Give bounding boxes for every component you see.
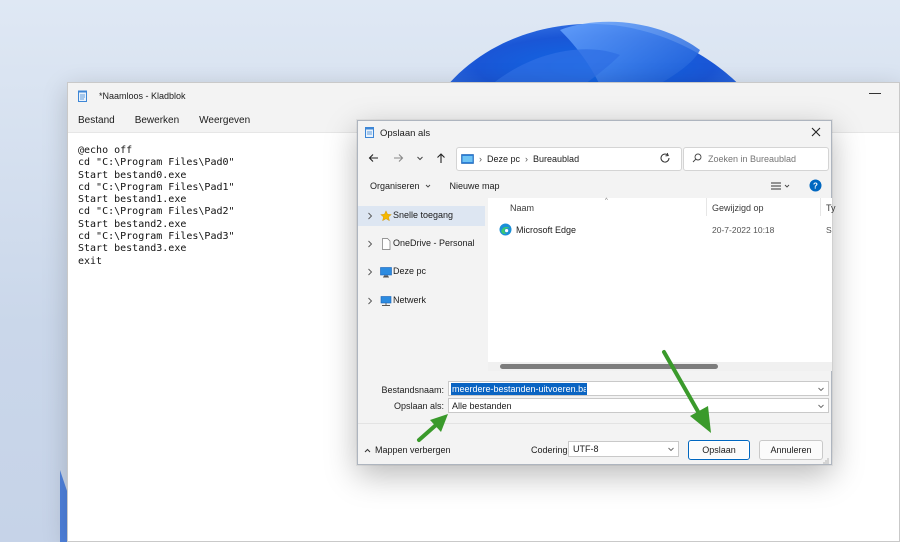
filename-input[interactable] [451,382,587,395]
sidebar-item-label: Netwerk [393,295,427,305]
file-list-header: ^ Naam Gewijzigd op Ty [488,198,836,216]
sidebar-item-onedrive[interactable]: OneDrive - Personal [358,234,485,254]
breadcrumb-separator-icon: › [525,154,529,164]
recent-locations-chevron-icon[interactable] [412,150,428,166]
network-icon [380,295,392,307]
file-name: Microsoft Edge [516,225,577,235]
breadcrumb-this-pc[interactable]: Deze pc [487,154,520,164]
column-header-modified[interactable]: Gewijzigd op [712,203,764,213]
resize-grip-icon[interactable] [821,456,829,464]
sidebar-item-label: Snelle toegang [393,210,454,220]
organize-button[interactable]: Organiseren [370,181,432,191]
hide-folders-button[interactable]: Mappen verbergen [363,445,451,455]
chevron-down-icon[interactable] [817,385,825,393]
view-options-icon[interactable] [769,179,793,193]
file-row[interactable]: Microsoft Edge 20-7-2022 10:18 S [488,218,832,240]
navigation-pane: Snelle toegang OneDrive - Personal Deze … [358,200,487,371]
notepad-small-icon [365,126,374,140]
expand-chevron-icon[interactable] [367,297,373,305]
chevron-down-icon[interactable] [667,445,675,453]
filename-field[interactable] [448,381,829,396]
save-type-select[interactable]: Alle bestanden [448,398,829,413]
notepad-titlebar: *Naamloos - Kladblok [68,83,899,109]
expand-chevron-icon[interactable] [367,212,373,220]
hide-folders-label: Mappen verbergen [375,445,451,455]
filename-label: Bestandsnaam: [381,385,444,395]
new-folder-button[interactable]: Nieuwe map [450,181,500,191]
menu-file[interactable]: Bestand [78,115,115,126]
menu-view[interactable]: Weergeven [199,115,250,126]
save-button[interactable]: Opslaan [688,440,750,460]
minimize-icon[interactable] [869,93,881,94]
column-header-type[interactable]: Ty [826,203,836,213]
search-box[interactable] [683,147,829,171]
breadcrumb-separator-icon: › [479,154,482,164]
save-type-value: Alle bestanden [452,400,512,411]
sidebar-item-label: OneDrive - Personal [393,238,475,248]
chevron-down-icon [425,184,430,188]
help-icon[interactable]: ? [809,179,822,192]
notepad-title: *Naamloos - Kladblok [99,91,186,101]
sidebar-item-network[interactable]: Netwerk [358,291,485,311]
search-icon [692,153,702,165]
file-type: S [826,225,832,235]
save-type-label: Opslaan als: [393,401,444,411]
save-as-dialog: Opslaan als › Deze pc › Bureaublad Zoeke… [357,120,836,466]
svg-text:?: ? [813,182,818,191]
encoding-label: Codering: [531,445,571,455]
dialog-title: Opslaan als [380,127,431,139]
sidebar-item-quick-access[interactable]: Snelle toegang [358,206,485,226]
breadcrumb-desktop[interactable]: Bureaublad [533,154,579,164]
chevron-down-icon[interactable] [817,402,825,410]
back-arrow-icon[interactable] [366,150,382,166]
monitor-icon [380,266,392,278]
cancel-button[interactable]: Annuleren [759,440,823,460]
organize-label: Organiseren [370,181,420,191]
file-modified: 20-7-2022 10:18 [712,225,775,235]
expand-chevron-icon[interactable] [367,268,373,276]
column-divider[interactable] [706,198,707,216]
search-input[interactable] [708,154,826,164]
expand-chevron-icon[interactable] [367,240,373,248]
dialog-titlebar: Opslaan als [358,121,831,145]
horizontal-scrollbar[interactable] [488,362,832,371]
chevron-up-icon [364,448,371,452]
menu-edit[interactable]: Bewerken [135,115,179,126]
notepad-editor[interactable]: @echo off cd "C:\Program Files\Pad0" Sta… [78,145,235,268]
file-list: ^ Naam Gewijzigd op Ty Microsoft Edge 20… [488,198,836,371]
edge-icon [499,223,512,236]
encoding-value: UTF-8 [573,444,599,454]
command-bar: Organiseren Nieuwe map ? [358,174,831,198]
close-icon[interactable] [809,125,823,139]
column-header-name[interactable]: Naam [510,203,534,213]
up-arrow-icon[interactable] [433,150,449,166]
sort-ascending-icon: ^ [605,198,608,204]
navigation-row: › Deze pc › Bureaublad [358,146,831,172]
dialog-footer: Mappen verbergen Codering: UTF-8 Opslaan… [358,423,831,466]
document-icon [380,238,392,250]
notepad-icon [78,90,87,102]
address-bar[interactable]: › Deze pc › Bureaublad [456,147,698,171]
refresh-icon[interactable] [658,151,672,165]
scrollbar-thumb[interactable] [500,364,718,369]
star-icon [380,210,392,222]
forward-arrow-icon[interactable] [390,150,406,166]
sidebar-item-this-pc[interactable]: Deze pc [358,262,485,282]
folder-icon [461,153,474,166]
column-divider[interactable] [820,198,821,216]
encoding-select[interactable]: UTF-8 [568,441,679,457]
sidebar-item-label: Deze pc [393,266,427,276]
